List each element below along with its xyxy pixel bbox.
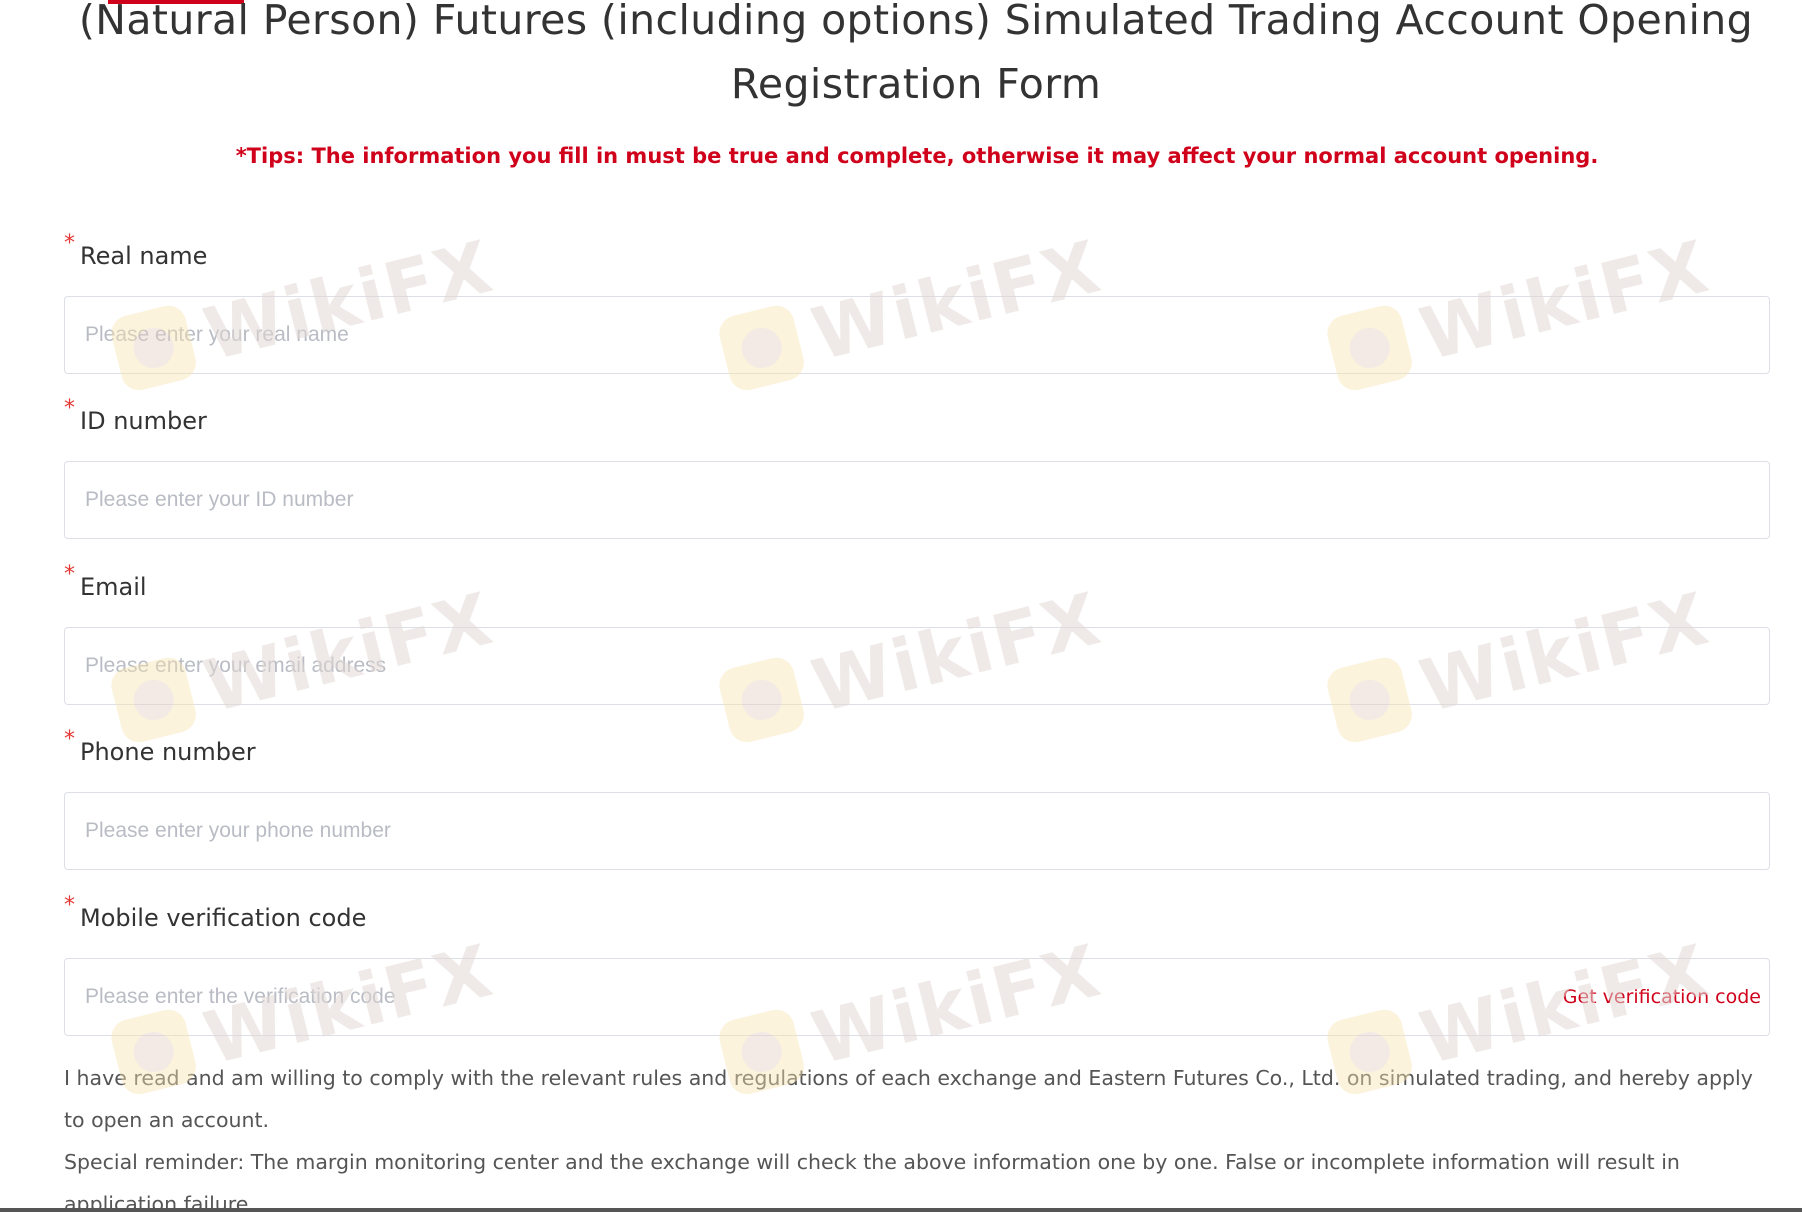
id-number-label-text: ID number — [80, 407, 207, 435]
email-field: * Email — [64, 562, 1770, 705]
phone-number-field: * Phone number — [64, 727, 1770, 870]
phone-number-input-box[interactable] — [64, 792, 1770, 870]
verification-code-input-box[interactable]: Get verification code — [64, 958, 1770, 1036]
get-verification-code-button[interactable]: Get verification code — [1560, 983, 1763, 1011]
real-name-label-text: Real name — [80, 242, 208, 270]
email-input[interactable] — [65, 628, 1769, 704]
required-asterisk: * — [64, 727, 75, 752]
bottom-divider — [0, 1208, 1802, 1212]
email-label: * Email — [64, 562, 1770, 607]
phone-number-input[interactable] — [65, 793, 1769, 869]
page-title: (Natural Person) Futures (including opti… — [78, 0, 1754, 108]
required-asterisk: * — [64, 562, 75, 587]
verification-code-label: * Mobile verification code — [64, 893, 1770, 938]
real-name-label: * Real name — [64, 231, 1770, 276]
agreement-statement: I have read and am willing to comply wit… — [64, 1066, 1753, 1132]
email-input-box[interactable] — [64, 627, 1770, 705]
verification-code-label-text: Mobile verification code — [80, 904, 367, 932]
id-number-field: * ID number — [64, 396, 1770, 539]
required-asterisk: * — [64, 893, 75, 918]
phone-number-label-text: Phone number — [80, 738, 256, 766]
agreement-text-block: I have read and am willing to comply wit… — [64, 1057, 1774, 1212]
real-name-input-box[interactable] — [64, 296, 1770, 374]
verification-code-input[interactable] — [65, 959, 1769, 1035]
tips-notice: *Tips: The information you fill in must … — [235, 144, 1599, 168]
special-reminder: Special reminder: The margin monitoring … — [64, 1150, 1680, 1212]
id-number-input[interactable] — [65, 462, 1769, 538]
email-label-text: Email — [80, 573, 147, 601]
verification-code-field: * Mobile verification code Get verificat… — [64, 893, 1770, 1036]
real-name-input[interactable] — [65, 297, 1769, 373]
id-number-label: * ID number — [64, 396, 1770, 441]
id-number-input-box[interactable] — [64, 461, 1770, 539]
required-asterisk: * — [64, 231, 75, 256]
real-name-field: * Real name — [64, 231, 1770, 374]
phone-number-label: * Phone number — [64, 727, 1770, 772]
required-asterisk: * — [64, 396, 75, 421]
